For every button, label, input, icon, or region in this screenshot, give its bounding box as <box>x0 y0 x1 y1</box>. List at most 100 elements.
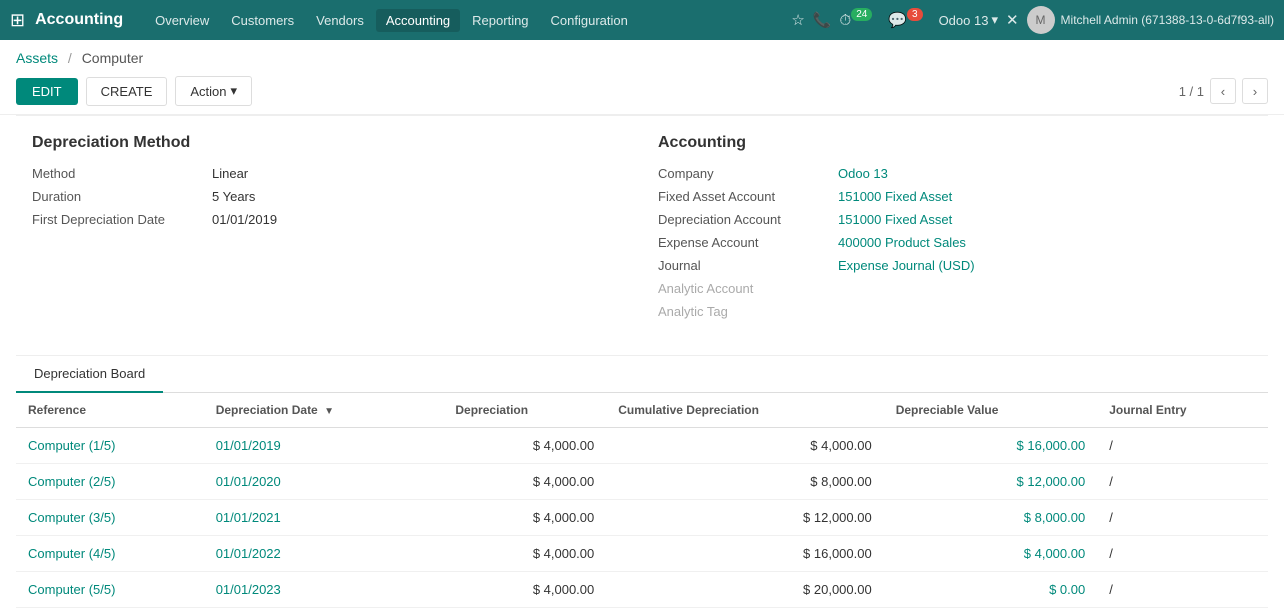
first-date-label: First Depreciation Date <box>32 212 212 227</box>
phone-icon[interactable]: 📞 <box>813 11 832 29</box>
nav-vendors[interactable]: Vendors <box>306 9 374 32</box>
cell-reference[interactable]: Computer (1/5) <box>16 428 204 464</box>
fixed-asset-value[interactable]: 151000 Fixed Asset <box>838 189 952 204</box>
col-depreciation: Depreciation <box>443 393 606 428</box>
cell-depreciable[interactable]: $ 4,000.00 <box>884 536 1098 572</box>
journal-value[interactable]: Expense Journal (USD) <box>838 258 975 273</box>
chat-icon[interactable]: 💬 <box>888 11 907 29</box>
cell-depreciation: $ 4,000.00 <box>443 572 606 608</box>
cell-date[interactable]: 01/01/2021 <box>204 500 444 536</box>
cell-depreciation: $ 4,000.00 <box>443 428 606 464</box>
expense-account-field-row: Expense Account 400000 Product Sales <box>658 235 1252 250</box>
cell-depreciable[interactable]: $ 8,000.00 <box>884 500 1098 536</box>
cell-date[interactable]: 01/01/2023 <box>204 572 444 608</box>
expense-account-value[interactable]: 400000 Product Sales <box>838 235 966 250</box>
tab-depreciation-board[interactable]: Depreciation Board <box>16 356 163 393</box>
analytic-account-field-row: Analytic Account <box>658 281 1252 296</box>
journal-label: Journal <box>658 258 838 273</box>
duration-field-row: Duration 5 Years <box>32 189 626 204</box>
nav-overview[interactable]: Overview <box>145 9 219 32</box>
col-depreciable: Depreciable Value <box>884 393 1098 428</box>
duration-label: Duration <box>32 189 212 204</box>
method-label: Method <box>32 166 212 181</box>
depreciation-account-label: Depreciation Account <box>658 212 838 227</box>
table-row[interactable]: Computer (2/5)01/01/2020$ 4,000.00$ 8,00… <box>16 464 1268 500</box>
odoo-version-chevron: ▾ <box>991 12 998 28</box>
cell-reference[interactable]: Computer (5/5) <box>16 572 204 608</box>
depreciation-method-title: Depreciation Method <box>32 134 626 152</box>
first-date-field-row: First Depreciation Date 01/01/2019 <box>32 212 626 227</box>
user-menu[interactable]: M Mitchell Admin (671388-13-0-6d7f93-all… <box>1027 6 1274 34</box>
close-icon[interactable]: ✕ <box>1006 11 1019 29</box>
company-label: Company <box>658 166 838 181</box>
create-button[interactable]: CREATE <box>86 77 168 106</box>
cell-date[interactable]: 01/01/2019 <box>204 428 444 464</box>
cell-reference[interactable]: Computer (2/5) <box>16 464 204 500</box>
tab-section: Depreciation Board Reference Depreciatio… <box>16 355 1268 608</box>
cell-cumulative: $ 20,000.00 <box>606 572 883 608</box>
breadcrumb-current: Computer <box>82 50 143 66</box>
user-name: Mitchell Admin (671388-13-0-6d7f93-all) <box>1061 13 1274 27</box>
col-journal-entry: Journal Entry <box>1097 393 1268 428</box>
table-row[interactable]: Computer (5/5)01/01/2023$ 4,000.00$ 20,0… <box>16 572 1268 608</box>
cell-depreciation: $ 4,000.00 <box>443 500 606 536</box>
table-row[interactable]: Computer (3/5)01/01/2021$ 4,000.00$ 12,0… <box>16 500 1268 536</box>
depreciation-account-field-row: Depreciation Account 151000 Fixed Asset <box>658 212 1252 227</box>
analytic-tag-label: Analytic Tag <box>658 304 838 319</box>
user-avatar: M <box>1027 6 1055 34</box>
next-page-button[interactable]: › <box>1242 78 1268 104</box>
prev-page-button[interactable]: ‹ <box>1210 78 1236 104</box>
analytic-account-label: Analytic Account <box>658 281 838 296</box>
nav-accounting[interactable]: Accounting <box>376 9 460 32</box>
cell-reference[interactable]: Computer (3/5) <box>16 500 204 536</box>
depreciation-account-value[interactable]: 151000 Fixed Asset <box>838 212 952 227</box>
pagination-text: 1 / 1 <box>1179 84 1204 99</box>
cell-depreciable[interactable]: $ 16,000.00 <box>884 428 1098 464</box>
cell-depreciation: $ 4,000.00 <box>443 464 606 500</box>
action-button[interactable]: Action ▾ <box>175 76 252 106</box>
cell-depreciable[interactable]: $ 12,000.00 <box>884 464 1098 500</box>
sort-arrow-icon: ▼ <box>324 406 334 417</box>
cell-journal-entry: / <box>1097 500 1268 536</box>
table-row[interactable]: Computer (1/5)01/01/2019$ 4,000.00$ 4,00… <box>16 428 1268 464</box>
cell-journal-entry: / <box>1097 572 1268 608</box>
pagination: 1 / 1 ‹ › <box>1179 78 1268 104</box>
cell-journal-entry: / <box>1097 428 1268 464</box>
action-chevron-icon: ▾ <box>231 83 238 99</box>
method-field-row: Method Linear <box>32 166 626 181</box>
method-value: Linear <box>212 166 248 181</box>
cell-reference[interactable]: Computer (4/5) <box>16 536 204 572</box>
app-grid-icon[interactable]: ⊞ <box>10 10 25 31</box>
cell-cumulative: $ 8,000.00 <box>606 464 883 500</box>
cell-cumulative: $ 16,000.00 <box>606 536 883 572</box>
journal-field-row: Journal Expense Journal (USD) <box>658 258 1252 273</box>
brand-name: Accounting <box>35 11 123 29</box>
action-label: Action <box>190 84 226 99</box>
duration-value: 5 Years <box>212 189 255 204</box>
nav-customers[interactable]: Customers <box>221 9 304 32</box>
accounting-section: Accounting Company Odoo 13 Fixed Asset A… <box>642 126 1268 335</box>
nav-reporting[interactable]: Reporting <box>462 9 538 32</box>
breadcrumb-parent[interactable]: Assets <box>16 50 58 66</box>
depreciation-method-section: Depreciation Method Method Linear Durati… <box>16 126 642 335</box>
cell-date[interactable]: 01/01/2022 <box>204 536 444 572</box>
breadcrumb: Assets / Computer <box>0 40 1284 72</box>
expense-account-label: Expense Account <box>658 235 838 250</box>
cell-date[interactable]: 01/01/2020 <box>204 464 444 500</box>
edit-button[interactable]: EDIT <box>16 78 78 105</box>
col-depreciation-date[interactable]: Depreciation Date ▼ <box>204 393 444 428</box>
cell-depreciable[interactable]: $ 0.00 <box>884 572 1098 608</box>
company-value[interactable]: Odoo 13 <box>838 166 888 181</box>
star-icon[interactable]: ☆ <box>791 11 804 29</box>
clock-icon[interactable]: ⏱ <box>839 12 851 29</box>
breadcrumb-separator: / <box>68 50 72 66</box>
fixed-asset-field-row: Fixed Asset Account 151000 Fixed Asset <box>658 189 1252 204</box>
table-row[interactable]: Computer (4/5)01/01/2022 $ 4,000.00$ 16,0… <box>16 536 1268 572</box>
nav-configuration[interactable]: Configuration <box>541 9 638 32</box>
table-header-row: Reference Depreciation Date ▼ Depreciati… <box>16 393 1268 428</box>
first-date-value: 01/01/2019 <box>212 212 277 227</box>
odoo-version[interactable]: Odoo 13 ▾ <box>939 12 998 28</box>
cell-journal-entry: / <box>1097 464 1268 500</box>
company-field-row: Company Odoo 13 <box>658 166 1252 181</box>
nav-right: ☆ 📞 ⏱ 24 💬 3 Odoo 13 ▾ ✕ M Mitchell Admi… <box>791 6 1274 34</box>
